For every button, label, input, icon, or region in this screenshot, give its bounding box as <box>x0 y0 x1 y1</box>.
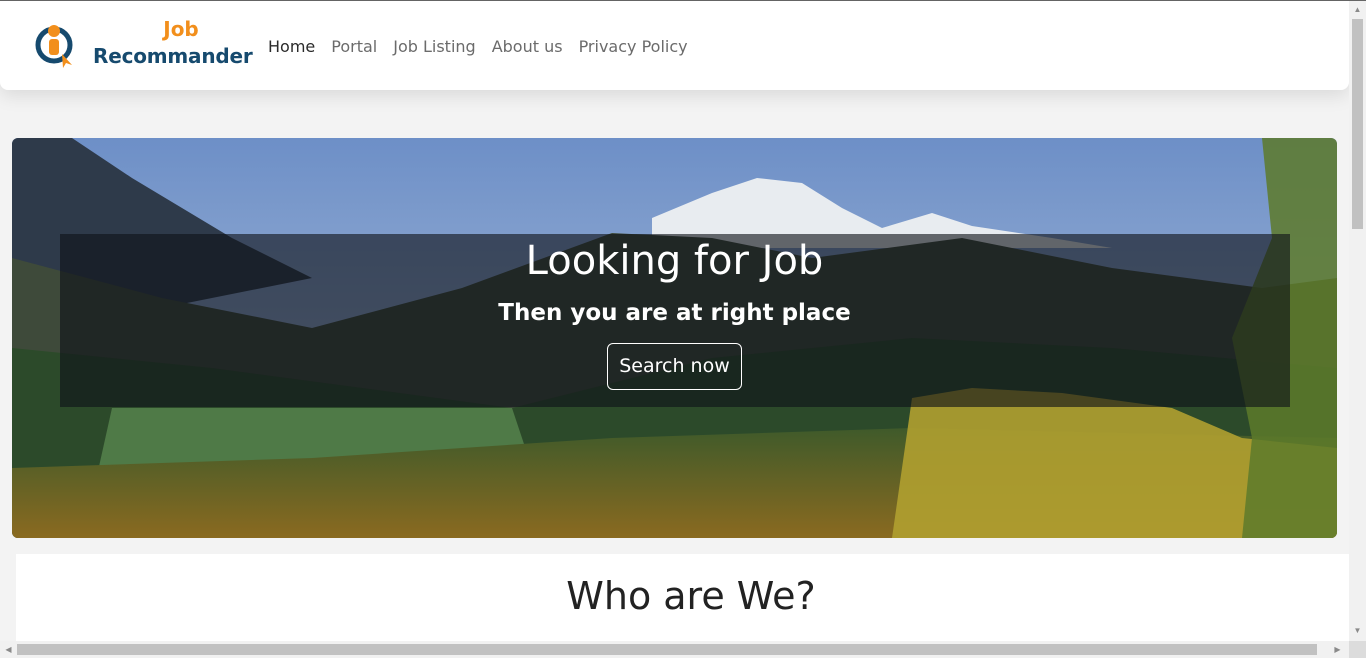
hero-title: Looking for Job <box>525 238 824 284</box>
brand-name-line2: Recommander <box>93 44 253 68</box>
triangle-left-icon[interactable]: ◀ <box>4 645 13 654</box>
navbar: Job Recommander Home Portal Job Listing … <box>0 1 1349 90</box>
brand-mark-icon <box>35 25 73 68</box>
triangle-up-icon[interactable]: ▲ <box>1353 5 1362 14</box>
scrollbar-corner <box>1349 641 1366 658</box>
main-nav: Home Portal Job Listing About us Privacy… <box>268 37 704 56</box>
hero-subtitle: Then you are at right place <box>498 300 851 326</box>
horizontal-scroll-thumb[interactable] <box>17 644 1317 655</box>
nav-item-job-listing[interactable]: Job Listing <box>393 37 475 56</box>
page: Job Recommander Home Portal Job Listing … <box>0 0 1366 658</box>
nav-item-portal[interactable]: Portal <box>331 37 377 56</box>
hero-banner: Looking for Job Then you are at right pl… <box>12 138 1337 538</box>
brand-name-line1: Job <box>163 17 199 41</box>
about-title: Who are We? <box>566 574 816 618</box>
nav-item-about-us[interactable]: About us <box>492 37 563 56</box>
nav-item-privacy-policy[interactable]: Privacy Policy <box>579 37 688 56</box>
vertical-scroll-thumb[interactable] <box>1352 19 1363 229</box>
search-now-button[interactable]: Search now <box>607 343 742 390</box>
horizontal-scrollbar[interactable]: ◀ ▶ <box>0 641 1349 658</box>
nav-item-home[interactable]: Home <box>268 37 315 56</box>
vertical-scrollbar[interactable]: ▲ ▼ <box>1349 1 1366 641</box>
brand-logo[interactable]: Job Recommander <box>30 17 253 71</box>
triangle-down-icon[interactable]: ▼ <box>1353 626 1362 635</box>
triangle-right-icon[interactable]: ▶ <box>1333 645 1342 654</box>
